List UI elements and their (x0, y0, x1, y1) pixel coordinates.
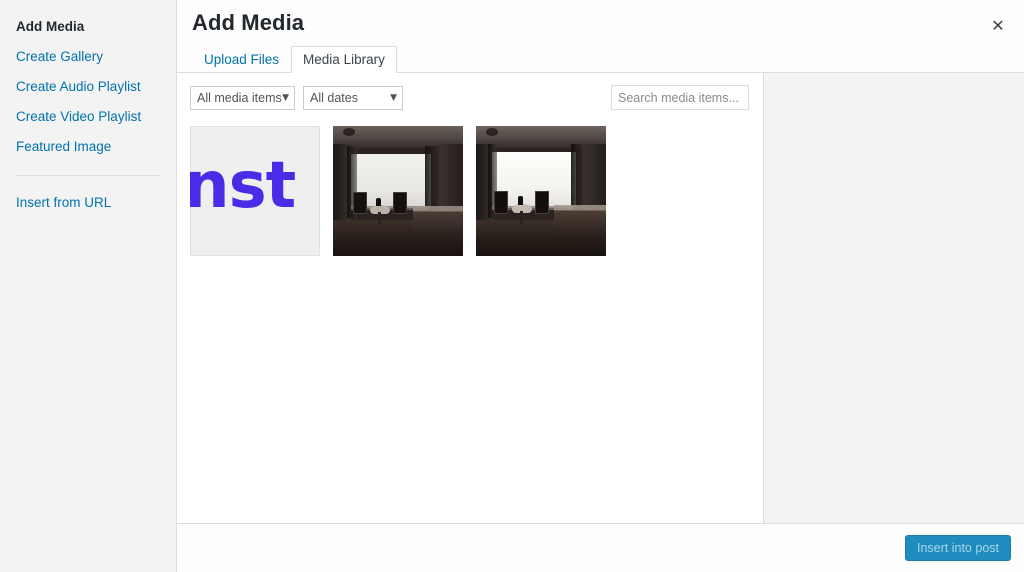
attachments-grid: nst (177, 123, 763, 523)
attachments-browser: All media items ▼ All dates ▼ nst (177, 73, 764, 523)
menu-divider (17, 175, 159, 176)
media-content: All media items ▼ All dates ▼ nst (177, 73, 1024, 523)
menu-item-create-video-playlist[interactable]: Create Video Playlist (0, 102, 176, 132)
attachment-thumbnail-logo: nst (190, 126, 320, 256)
room-chair-left (494, 191, 508, 214)
menu-item-create-gallery[interactable]: Create Gallery (0, 42, 176, 72)
chevron-down-icon: ▼ (282, 93, 289, 103)
room-chair-right (393, 192, 407, 214)
modal-footer-toolbar: Insert into post (177, 523, 1024, 572)
room-table-leg (378, 212, 381, 224)
menu-item-insert-from-url[interactable]: Insert from URL (0, 188, 176, 218)
room-chair-left (353, 192, 367, 214)
media-frame: Add Media ✕ Upload Files Media Library A… (177, 0, 1024, 572)
attachment-item[interactable]: nst (190, 126, 320, 256)
room-cabinet (413, 211, 463, 238)
room-tabletop-object (518, 196, 523, 205)
attachment-item[interactable] (476, 126, 606, 256)
room-cabinet (554, 210, 606, 238)
tab-media-library[interactable]: Media Library (291, 46, 397, 73)
media-toolbar: All media items ▼ All dates ▼ (177, 73, 763, 123)
room-tabletop-object (376, 198, 381, 206)
menu-item-create-audio-playlist[interactable]: Create Audio Playlist (0, 72, 176, 102)
insert-into-post-button[interactable]: Insert into post (905, 535, 1011, 561)
media-router-tabs: Upload Files Media Library (192, 46, 397, 73)
media-type-filter-select[interactable]: All media items ▼ (190, 86, 295, 110)
attachment-thumbnail-photo (476, 126, 606, 256)
media-date-filter-value: All dates (310, 91, 358, 105)
attachment-details-sidebar (764, 73, 1024, 523)
media-type-filter-value: All media items (197, 91, 282, 105)
close-icon[interactable]: ✕ (980, 8, 1016, 44)
search-input[interactable] (611, 85, 749, 110)
attachment-item[interactable] (333, 126, 463, 256)
media-menu-sidebar: Add Media Create Gallery Create Audio Pl… (0, 0, 177, 572)
menu-item-featured-image[interactable]: Featured Image (0, 132, 176, 162)
attachment-thumbnail-photo (333, 126, 463, 256)
media-date-filter-select[interactable]: All dates ▼ (303, 86, 403, 110)
menu-item-add-media[interactable]: Add Media (0, 12, 176, 42)
tab-upload-files[interactable]: Upload Files (192, 46, 291, 73)
chevron-down-icon: ▼ (390, 93, 397, 103)
logo-text: nst (190, 149, 296, 223)
room-table-leg (520, 211, 523, 224)
add-media-modal: Add Media Create Gallery Create Audio Pl… (0, 0, 1024, 572)
modal-title-bar: Add Media ✕ Upload Files Media Library (177, 0, 1024, 73)
room-chair-right (535, 191, 549, 214)
page-title: Add Media (192, 10, 305, 35)
